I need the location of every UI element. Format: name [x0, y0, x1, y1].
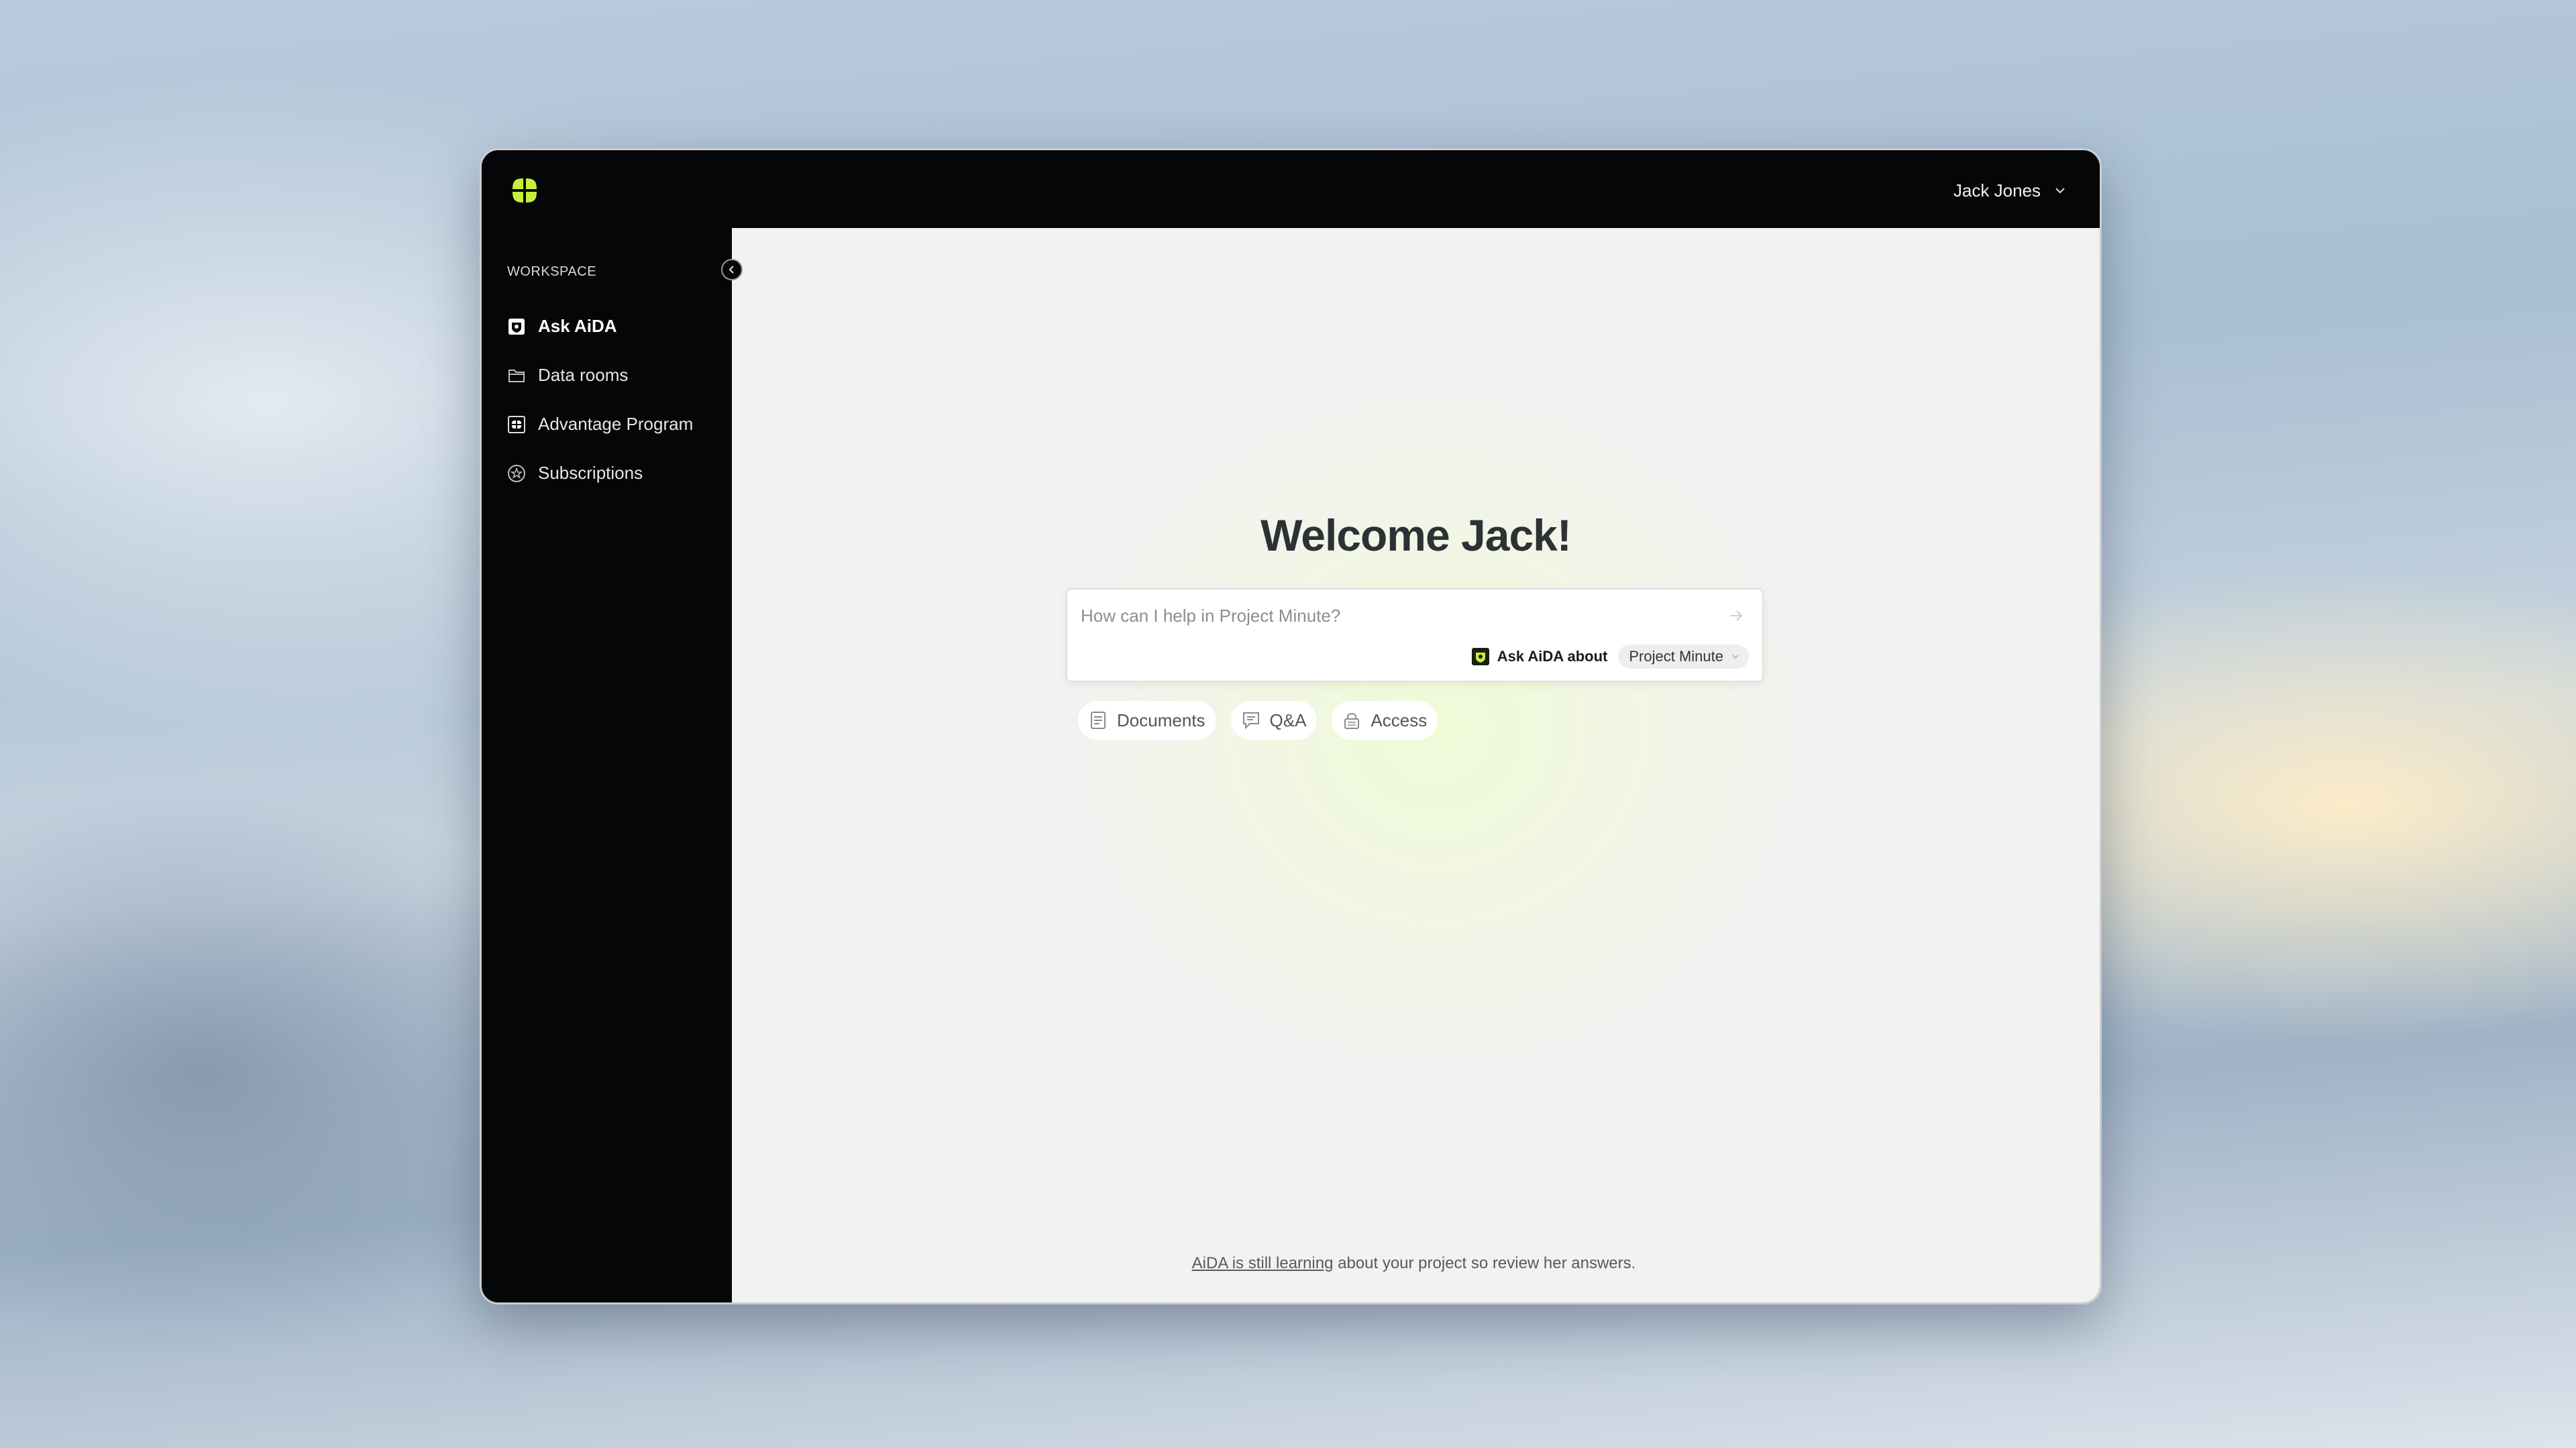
- chip-label: Documents: [1117, 710, 1205, 730]
- sidebar-collapse-button[interactable]: [721, 259, 743, 280]
- workspace-section-label: WORKSPACE: [507, 264, 597, 279]
- ask-aida-label: Ask AiDA about: [1470, 647, 1608, 667]
- sidebar-item-subscriptions[interactable]: Subscriptions: [506, 449, 720, 498]
- sidebar-item-label: Data rooms: [538, 365, 629, 385]
- sidebar-item-ask-aida[interactable]: Ask AiDA: [506, 302, 720, 351]
- chip-access[interactable]: Access: [1332, 701, 1438, 740]
- project-select[interactable]: Project Minute: [1618, 645, 1749, 669]
- ask-aida-row: Ask AiDA about Project Minute: [1470, 645, 1749, 669]
- sidebar-nav: Ask AiDA Data rooms Advantage Program Su…: [506, 302, 720, 498]
- grid-badge-icon: [506, 414, 527, 435]
- app-window: Jack Jones WORKSPACE Ask AiDA Data rooms…: [480, 148, 2102, 1304]
- footer-note: AiDA is still learning about your projec…: [730, 1254, 2098, 1273]
- sidebar-item-data-rooms[interactable]: Data rooms: [506, 351, 720, 400]
- chat-icon: [1242, 712, 1259, 730]
- sidebar: WORKSPACE Ask AiDA Data rooms Advantage …: [482, 228, 732, 1302]
- sidebar-item-advantage-program[interactable]: Advantage Program: [506, 400, 720, 449]
- project-select-value: Project Minute: [1629, 648, 1723, 665]
- chevron-down-icon: [2055, 188, 2065, 194]
- page-title: Welcome Jack!: [1260, 510, 1572, 560]
- prompt-box: Ask AiDA about Project Minute: [1066, 588, 1764, 682]
- footer-text: about your project so review her answers…: [1333, 1254, 1636, 1272]
- ask-aida-text: Ask AiDA about: [1497, 648, 1608, 665]
- four-leaf-logo-icon[interactable]: [510, 176, 539, 205]
- sidebar-item-label: Ask AiDA: [538, 316, 617, 336]
- user-menu[interactable]: Jack Jones: [1953, 176, 2066, 205]
- star-badge-icon: [506, 463, 527, 484]
- aida-learning-link[interactable]: AiDA is still learning: [1192, 1254, 1334, 1272]
- sidebar-item-label: Subscriptions: [538, 463, 643, 483]
- shield-chat-icon: [1471, 648, 1489, 665]
- chip-documents[interactable]: Documents: [1078, 701, 1216, 740]
- lock-icon: [1344, 713, 1360, 729]
- chip-label: Q&A: [1269, 710, 1307, 730]
- sidebar-item-label: Advantage Program: [538, 414, 694, 434]
- user-name: Jack Jones: [1953, 180, 2041, 201]
- shield-chat-icon: [506, 316, 527, 337]
- folder-icon: [506, 365, 527, 386]
- main-content: Welcome Jack! Ask AiDA abou: [732, 228, 2100, 1302]
- prompt-input[interactable]: [1079, 599, 1713, 632]
- document-icon: [1091, 712, 1106, 729]
- send-button[interactable]: [1725, 604, 1748, 627]
- arrow-right-icon: [1730, 610, 1743, 621]
- suggestion-chips: Documents Q&A Access: [1078, 701, 1438, 740]
- chip-qa[interactable]: Q&A: [1230, 701, 1318, 740]
- chevron-down-icon: [1732, 655, 1739, 659]
- chip-label: Access: [1371, 710, 1428, 730]
- top-bar: Jack Jones: [482, 150, 2100, 228]
- chevron-left-icon: [729, 266, 734, 274]
- desktop-background: Jack Jones WORKSPACE Ask AiDA Data rooms…: [0, 0, 2576, 1448]
